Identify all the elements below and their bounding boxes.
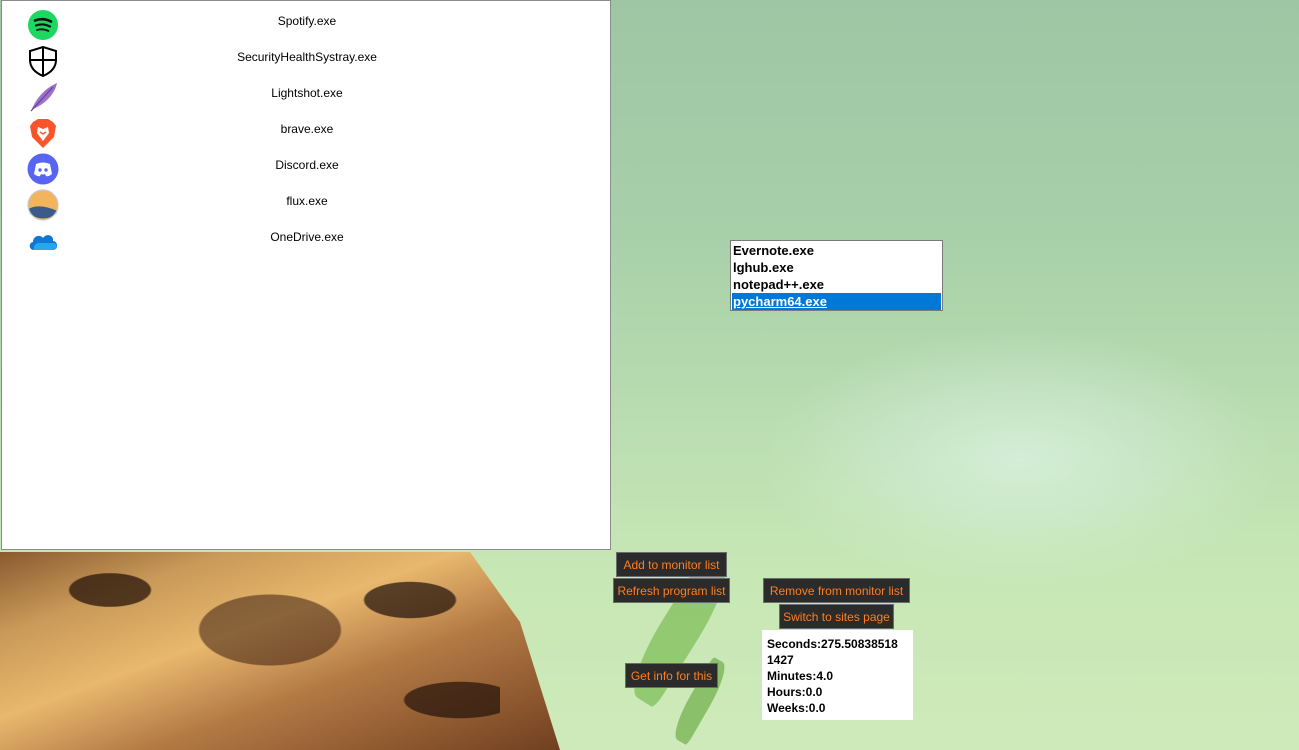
monitor-list-item[interactable]: lghub.exe (732, 259, 941, 276)
remove-from-monitor-list-button[interactable]: Remove from monitor list (763, 578, 910, 603)
seconds-value: Seconds:275.50838518 (767, 637, 898, 651)
program-row-securityhealthsystray[interactable]: SecurityHealthSystray.exe (2, 43, 610, 79)
program-name: Spotify.exe (277, 14, 337, 28)
program-row-onedrive[interactable]: OneDrive.exe (2, 223, 610, 259)
program-row-spotify[interactable]: Spotify.exe (2, 7, 610, 43)
minutes-value: Minutes:4.0 (767, 669, 834, 683)
switch-to-sites-page-button[interactable]: Switch to sites page (779, 604, 894, 629)
monitor-list-item-selected[interactable]: pycharm64.exe (732, 293, 941, 310)
get-info-button[interactable]: Get info for this (625, 663, 718, 688)
seconds-value-continued: 1427 (767, 653, 794, 667)
program-name: OneDrive.exe (270, 230, 344, 244)
program-row-flux[interactable]: flux.exe (2, 187, 610, 223)
hours-value: Hours:0.0 (767, 685, 823, 699)
program-row-discord[interactable]: Discord.exe (2, 151, 610, 187)
add-to-monitor-list-button[interactable]: Add to monitor list (616, 552, 727, 577)
program-row-lightshot[interactable]: Lightshot.exe (2, 79, 610, 115)
program-row-brave[interactable]: brave.exe (2, 115, 610, 151)
program-list-panel[interactable]: Spotify.exe SecurityHealthSystray.exe Li… (1, 0, 611, 550)
background-glow (760, 330, 1280, 590)
program-name: Lightshot.exe (271, 86, 343, 100)
program-name: brave.exe (280, 122, 334, 136)
monitor-list-item[interactable]: notepad++.exe (732, 276, 941, 293)
program-name: Discord.exe (275, 158, 339, 172)
monitor-listbox[interactable]: Evernote.exe lghub.exe notepad++.exe pyc… (730, 240, 943, 311)
refresh-program-list-button[interactable]: Refresh program list (613, 578, 730, 603)
program-name: SecurityHealthSystray.exe (237, 50, 377, 64)
weeks-value: Weeks:0.0 (767, 701, 826, 715)
background-figure-shading (30, 560, 500, 750)
program-name: flux.exe (286, 194, 328, 208)
monitor-list-item[interactable]: Evernote.exe (732, 242, 941, 259)
usage-info-panel: Seconds:275.50838518 1427 Minutes:4.0 Ho… (762, 630, 913, 720)
